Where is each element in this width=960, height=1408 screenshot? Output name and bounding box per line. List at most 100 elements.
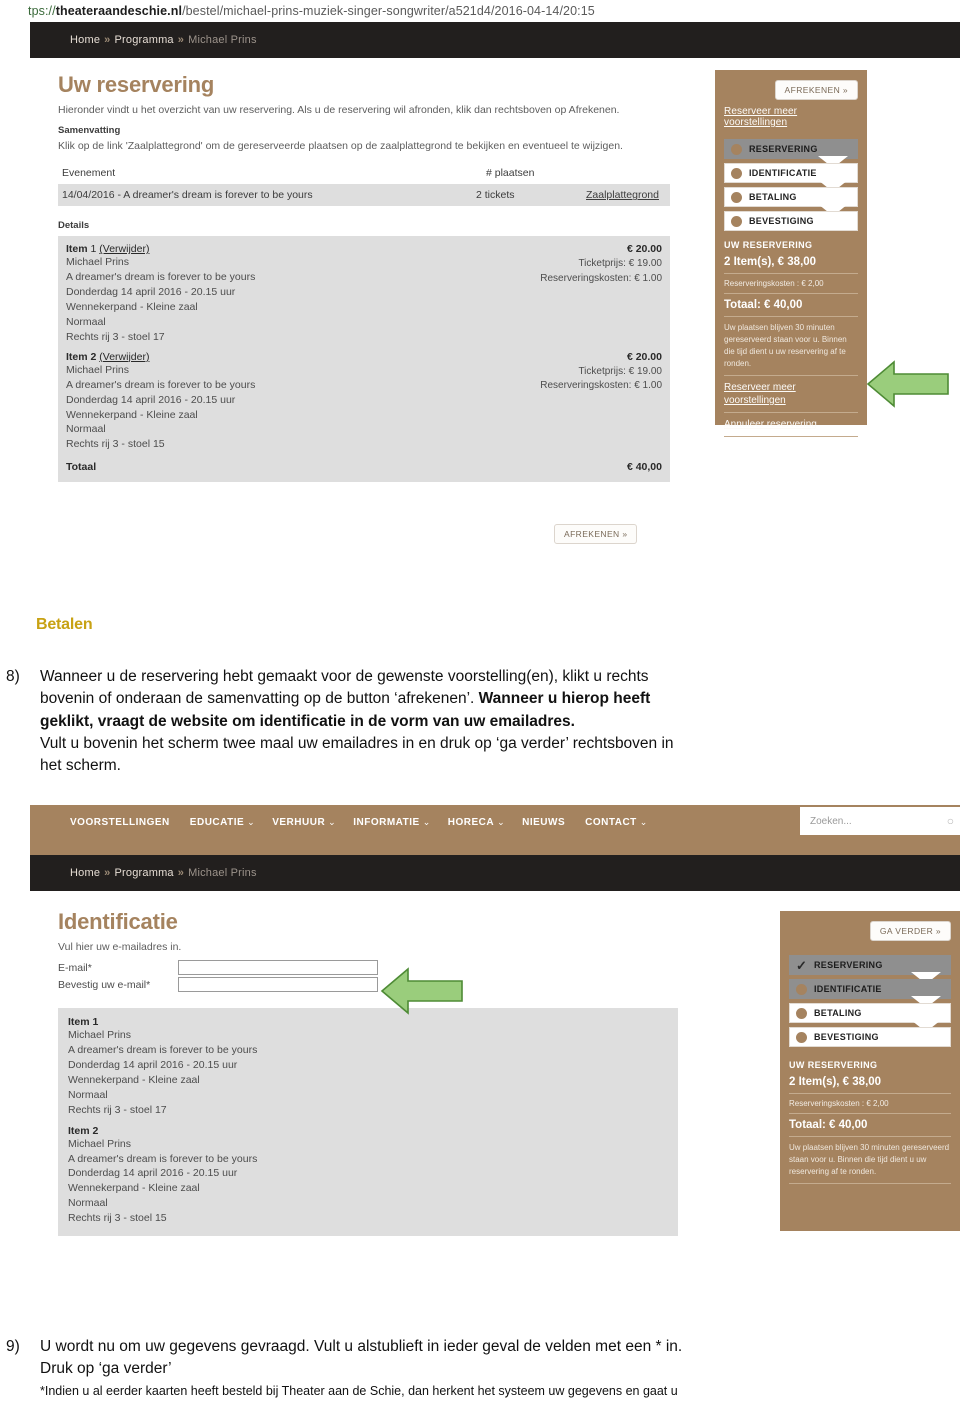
reserveringskosten: Reserveringskosten: € 1.00 xyxy=(540,380,662,392)
instruction-step-9: 9) U wordt nu om uw gegevens gevraagd. V… xyxy=(6,1336,946,1400)
nav-nieuws[interactable]: NIEUWS xyxy=(522,817,568,828)
breadcrumb-programma[interactable]: Programma xyxy=(114,34,173,46)
item-number: 1 xyxy=(90,243,97,256)
chevron-down-icon: ⌄ xyxy=(328,816,337,827)
search-placeholder: Zoeken... xyxy=(810,815,852,827)
url-path: /bestel/michael-prins-muziek-singer-song… xyxy=(182,4,595,18)
ticketprijs: Ticketprijs: € 19.00 xyxy=(578,365,662,377)
browser-url-bar[interactable]: tps://theateraandeschie.nl/bestel/michae… xyxy=(0,0,960,22)
nav-label: VOORSTELLINGEN xyxy=(70,816,170,828)
details-label: Details xyxy=(58,220,90,232)
confirm-email-field[interactable] xyxy=(178,977,378,993)
divider xyxy=(724,293,858,294)
nav-label: VERHUUR xyxy=(272,816,326,828)
nav-label: CONTACT xyxy=(585,816,637,828)
step-bevestiging[interactable]: BEVESTIGING xyxy=(724,211,858,231)
search-input[interactable]: Zoeken... ○ xyxy=(800,807,960,835)
verwijder-link[interactable]: (Verwijder) xyxy=(99,351,149,363)
item-line: A dreamer's dream is forever to be yours xyxy=(68,1152,258,1165)
item-line: Wennekerpand - Kleine zaal xyxy=(66,301,198,314)
afrekenen-button[interactable]: AFREKENEN » xyxy=(774,80,858,100)
step8-line5: het scherm. xyxy=(40,757,121,775)
ga-verder-button[interactable]: GA VERDER » xyxy=(869,921,951,941)
step-8-number: 8) xyxy=(6,668,20,685)
step-label: BETALING xyxy=(749,192,797,202)
ticketprijs: Ticketprijs: € 19.00 xyxy=(578,258,662,270)
step-label: IDENTIFICATIE xyxy=(814,984,882,994)
total-row: Totaal € 40,00 xyxy=(66,461,662,473)
item-line: Wennekerpand - Kleine zaal xyxy=(68,1182,200,1195)
step8-line2b: Wanneer u hierop heeft xyxy=(478,690,651,708)
identificatie-page: Identificatie Vul hier uw e-mailadres in… xyxy=(30,891,960,1300)
sidebar-summary-title: UW RESERVERING xyxy=(789,1060,878,1070)
breadcrumb-separator-icon: » xyxy=(104,867,111,879)
sidebar-note: Uw plaatsen blijven 30 minuten gereserve… xyxy=(789,1143,950,1176)
item-line: Rechts rij 3 - stoel 17 xyxy=(68,1103,167,1116)
item-price: € 20.00 xyxy=(626,243,662,256)
step-identificatie[interactable]: IDENTIFICATIE xyxy=(789,979,951,1008)
samenvatting-text: Klik op de link 'Zaalplattegrond' om de … xyxy=(58,140,623,153)
step-reservering[interactable]: ✓ RESERVERING xyxy=(789,955,951,984)
item-price-breakdown: Ticketprijs: € 19.00 Reserveringskosten:… xyxy=(540,365,662,394)
nav-educatie[interactable]: EDUCATIE ⌄ xyxy=(190,817,255,828)
breadcrumb-programma[interactable]: Programma xyxy=(114,867,173,879)
divider xyxy=(724,436,858,437)
form-row-confirm-email: Bevestig uw e-mail* xyxy=(58,977,678,993)
page-lead-text: Hieronder vindt u het overzicht van uw r… xyxy=(58,104,620,116)
step-reservering[interactable]: RESERVERING xyxy=(724,139,858,168)
nav-informatie[interactable]: INFORMATIE ⌄ xyxy=(353,817,431,828)
zaalplattegrond-link[interactable]: Zaalplattegrond xyxy=(586,189,666,201)
details-box: Item 1 (Verwijder) € 20.00 Michael Prins… xyxy=(58,236,670,483)
detail-item: Item 2 (Verwijder) € 20.00 Michael Prins… xyxy=(66,351,662,452)
verwijder-link[interactable]: (Verwijder) xyxy=(99,243,149,255)
breadcrumb-home[interactable]: Home xyxy=(70,34,100,46)
breadcrumb-home[interactable]: Home xyxy=(70,867,100,879)
sidebar-total-line: Totaal: € 40,00 xyxy=(724,299,803,311)
reserveer-meer-link-2[interactable]: voorstellingen xyxy=(724,394,858,407)
nav-horeca[interactable]: HORECA ⌄ xyxy=(448,817,505,828)
step-bevestiging[interactable]: BEVESTIGING xyxy=(789,1027,951,1047)
col-plaatsen: # plaatsen xyxy=(486,167,535,180)
afrekenen-button-bottom[interactable]: AFREKENEN » xyxy=(554,524,638,544)
step8-line2a: bovenin of onderaan de samenvatting op d… xyxy=(40,690,479,708)
item-line: Michael Prins xyxy=(68,1137,132,1150)
reservation-items-box: Item 1 Michael Prins A dreamer's dream i… xyxy=(58,1008,678,1237)
divider xyxy=(789,1183,951,1184)
reserveer-meer-link-1[interactable]: Reserveer meer xyxy=(724,381,858,394)
sidebar-note: Uw plaatsen blijven 30 minuten gereserve… xyxy=(724,323,847,368)
item-line: Normaal xyxy=(66,423,106,436)
cell-event: 14/04/2016 - A dreamer's dream is foreve… xyxy=(62,189,313,202)
page-title: Uw reservering xyxy=(58,72,215,97)
nav-contact[interactable]: CONTACT ⌄ xyxy=(585,817,648,828)
col-evenement: Evenement xyxy=(62,167,116,180)
nav-verhuur[interactable]: VERHUUR ⌄ xyxy=(272,817,336,828)
item-line: Donderdag 14 april 2016 - 20.15 uur xyxy=(66,286,236,299)
step-betaling[interactable]: BETALING xyxy=(724,187,858,216)
main-nav: VOORSTELLINGEN EDUCATIE ⌄ VERHUUR ⌄ INFORM… xyxy=(70,805,648,839)
step-identificatie[interactable]: IDENTIFICATIE xyxy=(724,163,858,192)
screenshot-identificatie: VOORSTELLINGEN EDUCATIE ⌄ VERHUUR ⌄ INFORM… xyxy=(30,805,960,1300)
nav-voorstellingen[interactable]: VOORSTELLINGEN xyxy=(70,817,173,828)
reservering-sidebar: AFREKENEN » Reserveer meer voorstellinge… xyxy=(715,70,867,437)
email-field[interactable] xyxy=(178,960,378,976)
confirm-email-label: Bevestig uw e-mail* xyxy=(58,978,151,991)
item-line: Wennekerpand - Kleine zaal xyxy=(66,408,198,421)
step-betaling[interactable]: BETALING xyxy=(789,1003,951,1032)
reserveer-meer-link-top[interactable]: Reserveer meer voorstellingen xyxy=(724,106,858,128)
breadcrumb-current: Michael Prins xyxy=(188,867,257,879)
step8-line1: Wanneer u de reservering hebt gemaakt vo… xyxy=(40,668,649,685)
reserveringskosten: Reserveringskosten: € 1.00 xyxy=(540,272,662,284)
divider xyxy=(789,1136,951,1137)
chevron-down-icon: ⌄ xyxy=(497,816,506,827)
item-line: A dreamer's dream is forever to be yours xyxy=(68,1044,258,1057)
item-line: Rechts rij 3 - stoel 17 xyxy=(66,330,165,343)
divider xyxy=(724,375,858,376)
step-label: BEVESTIGING xyxy=(814,1032,879,1042)
section-heading: Betalen xyxy=(36,616,93,633)
item-line: Michael Prins xyxy=(68,1029,132,1042)
search-icon[interactable]: ○ xyxy=(947,814,954,828)
annuleer-reservering-link[interactable]: Annuleer reservering xyxy=(724,418,858,431)
nav-label: NIEUWS xyxy=(522,816,566,828)
page-title: Identificatie xyxy=(58,909,178,934)
item-lines: Michael Prins A dreamer's dream is forev… xyxy=(68,1028,668,1117)
